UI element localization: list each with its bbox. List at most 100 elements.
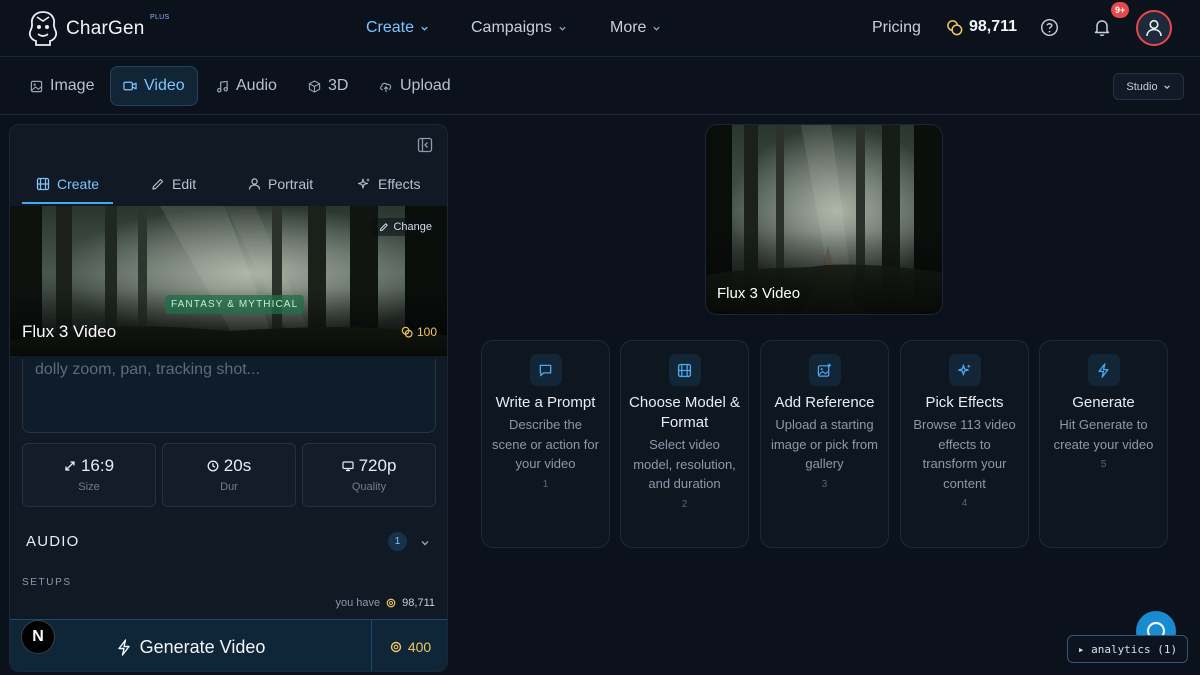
model-cost-value: 100 bbox=[416, 325, 437, 339]
model-preview[interactable]: Flux 3 Video bbox=[705, 124, 943, 315]
coins-icon bbox=[401, 326, 413, 338]
step-number: 5 bbox=[1100, 459, 1107, 470]
step-card-write-prompt: Write a Prompt Describe the scene or act… bbox=[481, 340, 610, 548]
nav-campaigns[interactable]: Campaigns bbox=[471, 19, 567, 37]
brand-logo-icon[interactable] bbox=[26, 10, 60, 46]
step-title: Choose Model & Format bbox=[629, 394, 740, 431]
notification-badge: 9+ bbox=[1111, 2, 1130, 18]
resize-icon bbox=[65, 461, 75, 471]
change-model-label: Change bbox=[393, 221, 432, 233]
coin-icon bbox=[390, 641, 402, 653]
bell-icon[interactable] bbox=[1093, 18, 1111, 37]
tab-image-label: Image bbox=[50, 77, 95, 94]
user-avatar[interactable] bbox=[1136, 10, 1172, 46]
generate-bar: Generate Video 400 bbox=[10, 619, 447, 671]
tab-3d[interactable]: 3D bbox=[296, 66, 360, 106]
change-model-button[interactable]: Change bbox=[372, 218, 439, 236]
prompt-placeholder: dolly zoom, pan, tracking shot... bbox=[35, 361, 260, 378]
video-create-panel: Create Edit Portrait Effects Change FANT… bbox=[9, 124, 448, 672]
tab-image[interactable]: Image bbox=[18, 66, 106, 106]
balance-summary: you have 98,711 bbox=[336, 597, 435, 609]
step-description: Describe the scene or action for your vi… bbox=[492, 417, 599, 471]
tab-video[interactable]: Video bbox=[110, 66, 198, 106]
audio-section-title[interactable]: AUDIO bbox=[26, 533, 80, 550]
coins-icon bbox=[947, 19, 963, 35]
tab-create[interactable]: Create bbox=[36, 165, 99, 203]
model-card[interactable]: Change FANTASY & MYTHICAL Flux 3 Video 1… bbox=[10, 206, 447, 356]
tab-upload[interactable]: Upload bbox=[367, 66, 463, 106]
size-option[interactable]: 16:9 Size bbox=[22, 443, 156, 507]
size-value: 16:9 bbox=[80, 456, 115, 475]
film-icon bbox=[36, 177, 50, 191]
credits-balance[interactable]: 98,711 bbox=[946, 18, 1017, 36]
help-icon[interactable] bbox=[1040, 18, 1059, 37]
setups-label: SETUPS bbox=[22, 577, 72, 588]
monitor-icon bbox=[341, 461, 354, 472]
nav-create[interactable]: Create bbox=[366, 19, 429, 37]
zap-icon bbox=[1087, 354, 1120, 386]
tab-effects-label: Effects bbox=[378, 176, 421, 192]
credits-value: 98,711 bbox=[969, 18, 1018, 35]
model-cost: 100 bbox=[401, 325, 437, 339]
you-have-label: you have bbox=[335, 597, 381, 609]
nav-campaigns-label: Campaigns bbox=[471, 19, 552, 36]
brand-name[interactable]: CharGen bbox=[66, 18, 145, 40]
upload-icon bbox=[380, 82, 392, 92]
generate-video-button[interactable]: Generate Video bbox=[10, 620, 372, 671]
film-icon bbox=[668, 354, 701, 386]
zap-icon bbox=[117, 638, 130, 656]
tab-3d-label: 3D bbox=[328, 77, 349, 94]
step-number: 3 bbox=[821, 478, 828, 490]
step-title: Pick Effects bbox=[925, 394, 1004, 411]
quality-option[interactable]: 720p Quality bbox=[302, 443, 436, 507]
tab-edit-label: Edit bbox=[172, 176, 197, 192]
image-icon bbox=[30, 80, 43, 92]
music-icon bbox=[216, 80, 229, 92]
tab-portrait-label: Portrait bbox=[268, 176, 314, 192]
tab-effects[interactable]: Effects bbox=[357, 165, 421, 203]
step-card-choose-model: Choose Model & Format Select video model… bbox=[620, 340, 749, 548]
tab-portrait[interactable]: Portrait bbox=[248, 165, 313, 203]
generate-video-label: Generate Video bbox=[139, 636, 266, 657]
step-number: 1 bbox=[542, 478, 549, 490]
tab-edit[interactable]: Edit bbox=[151, 165, 196, 203]
you-have-value: 98,711 bbox=[402, 597, 435, 609]
user-icon bbox=[248, 178, 261, 190]
step-number: 2 bbox=[681, 498, 688, 510]
tab-audio[interactable]: Audio bbox=[204, 66, 289, 106]
nav-more[interactable]: More bbox=[610, 19, 661, 37]
pencil-icon bbox=[380, 223, 389, 232]
pricing-link[interactable]: Pricing bbox=[872, 19, 921, 37]
sparkles-icon bbox=[948, 354, 981, 386]
quality-value: 720p bbox=[358, 456, 397, 475]
pencil-icon bbox=[152, 178, 164, 190]
nextjs-dev-badge[interactable]: N bbox=[21, 620, 55, 654]
plan-badge: PLUS bbox=[150, 14, 170, 21]
collapse-panel-icon[interactable] bbox=[417, 137, 433, 153]
step-title: Generate bbox=[1072, 394, 1135, 411]
generate-cost-value: 400 bbox=[407, 639, 432, 655]
tab-create-label: Create bbox=[57, 176, 100, 192]
audio-count-badge: 1 bbox=[388, 532, 407, 551]
duration-value: 20s bbox=[223, 456, 252, 475]
chevron-down-icon[interactable] bbox=[420, 538, 430, 548]
image-plus-icon bbox=[808, 354, 841, 386]
step-card-add-reference: Add Reference Upload a starting image or… bbox=[760, 340, 889, 548]
genre-badge: FANTASY & MYTHICAL bbox=[165, 295, 305, 314]
step-description: Hit Generate to create your video bbox=[1053, 417, 1154, 452]
duration-option[interactable]: 20s Dur bbox=[162, 443, 296, 507]
analytics-toggle[interactable]: ▸ analytics (1) bbox=[1067, 635, 1188, 663]
chevron-down-icon bbox=[1163, 84, 1170, 89]
step-title: Add Reference bbox=[774, 394, 875, 411]
studio-select-label: Studio bbox=[1126, 80, 1158, 93]
quality-label: Quality bbox=[351, 481, 387, 493]
duration-label: Dur bbox=[220, 481, 238, 493]
prompt-input[interactable]: dolly zoom, pan, tracking shot... bbox=[22, 359, 436, 433]
step-card-generate: Generate Hit Generate to create your vid… bbox=[1039, 340, 1168, 548]
cube-icon bbox=[308, 79, 321, 93]
studio-select[interactable]: Studio bbox=[1113, 73, 1184, 100]
model-name: Flux 3 Video bbox=[22, 322, 117, 341]
video-icon bbox=[123, 81, 137, 91]
coin-icon bbox=[386, 598, 396, 608]
step-card-pick-effects: Pick Effects Browse 113 video effects to… bbox=[900, 340, 1029, 548]
